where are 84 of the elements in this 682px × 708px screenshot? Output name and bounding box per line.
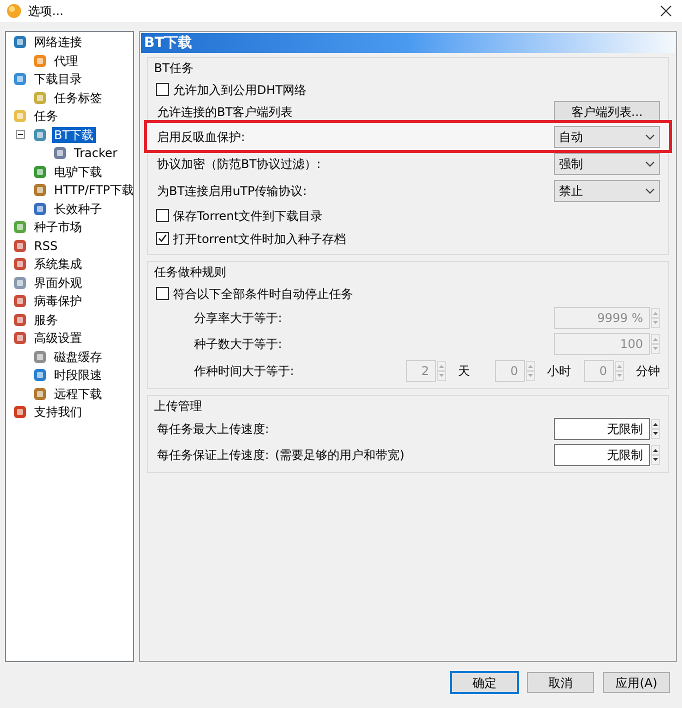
tree-item[interactable]: 服务 — [32, 312, 60, 328]
tree-node-icon — [32, 52, 48, 69]
tree-node-icon — [12, 34, 28, 50]
setting-label: 允许连接的BT客户端列表 — [156, 104, 293, 121]
app-logo-icon — [6, 3, 22, 19]
setting-label: 启用反吸血保护: — [156, 128, 246, 146]
setting-note: (需要足够的用户和带宽) — [275, 447, 404, 464]
setting-label: 作种时间大于等于: — [194, 362, 294, 380]
tree-item[interactable]: 支持我们 — [32, 404, 84, 420]
tree-item[interactable]: Tracker — [72, 145, 120, 162]
tree-node-icon — [32, 367, 48, 384]
tree-item[interactable]: RSS — [32, 238, 60, 254]
tree-node-icon — [12, 330, 28, 346]
group-title: 上传管理 — [153, 398, 203, 415]
tree-item[interactable]: 界面外观 — [32, 274, 84, 291]
unit-label: 分钟 — [635, 362, 660, 380]
tree-node-icon — [12, 71, 28, 88]
tree-item[interactable]: 网络连接 — [32, 34, 84, 50]
checkbox-label: 符合以下全部条件时自动停止任务 — [173, 286, 353, 302]
unit-label: 小时 — [546, 362, 572, 380]
tree-item[interactable]: 任务 — [32, 108, 60, 124]
tree-node-icon — [12, 219, 28, 236]
setting-label: 为BT连接启用uTP传输协议: — [156, 182, 307, 200]
number-field[interactable]: 无限制 — [554, 418, 650, 440]
tree-item[interactable]: 种子市场 — [32, 219, 84, 236]
group-title: 任务做种规则 — [153, 264, 227, 281]
unit-label: 天 — [457, 362, 471, 380]
tree-item[interactable]: 代理 — [52, 52, 80, 69]
tree-item[interactable]: 下载目录 — [32, 71, 84, 88]
tree-node-icon — [32, 200, 48, 217]
tree-node-icon — [12, 404, 28, 420]
tree-item[interactable]: BT下载 — [52, 126, 96, 143]
tree-node-icon — [12, 312, 28, 328]
checkbox-label: 保存Torrent文件到下载目录 — [173, 208, 323, 224]
tree-item[interactable]: 高级设置 — [32, 330, 84, 346]
chevron-down-icon — [645, 188, 655, 194]
tree-item[interactable]: 时段限速 — [52, 367, 104, 384]
chevron-down-icon — [645, 134, 655, 140]
dropdown[interactable]: 禁止 — [554, 180, 660, 202]
tree-node-icon — [32, 90, 48, 106]
tree-node-icon — [32, 126, 48, 143]
tree-node-icon — [32, 164, 48, 180]
setting-label: 每任务保证上传速度: — [157, 447, 270, 464]
tree-node-icon — [32, 348, 48, 365]
number-field[interactable]: 无限制 — [554, 444, 650, 466]
checkbox[interactable] — [156, 83, 169, 96]
spinner-arrows-icon[interactable] — [651, 445, 660, 465]
checkbox-label: 允许加入到公用DHT网络 — [173, 82, 307, 98]
setting-label: 每任务最大上传速度: — [157, 421, 270, 438]
tree-item[interactable]: 任务标签 — [52, 90, 104, 106]
setting-label: 分享率大于等于: — [194, 310, 282, 327]
dialog-button[interactable]: 确定 — [451, 672, 518, 693]
tree-node-icon — [12, 238, 28, 254]
client-list-button[interactable]: 客户端列表... — [554, 101, 660, 123]
tree-node-icon — [12, 293, 28, 310]
tree-item[interactable]: 长效种子 — [52, 200, 104, 217]
spinner-arrows-icon[interactable] — [651, 419, 660, 439]
group-title: BT任务 — [153, 60, 195, 77]
checkbox[interactable] — [156, 209, 169, 222]
close-icon[interactable] — [660, 5, 672, 17]
window-title: 选项... — [28, 3, 64, 20]
checkbox-label: 打开torrent文件时加入种子存档 — [173, 230, 346, 248]
tree-node-icon — [52, 145, 68, 162]
tree-item[interactable]: 磁盘缓存 — [52, 348, 104, 365]
chevron-down-icon — [645, 160, 655, 166]
tree-item[interactable]: 电驴下载 — [52, 164, 104, 180]
tree-node-icon — [12, 256, 28, 272]
tree-item[interactable]: 系统集成 — [32, 256, 84, 272]
dialog-button[interactable]: 取消 — [527, 672, 594, 693]
checkbox[interactable] — [156, 287, 169, 300]
dialog-button[interactable]: 应用(A) — [603, 672, 670, 693]
page-header: BT下载 — [141, 33, 675, 53]
dropdown[interactable]: 自动 — [554, 126, 660, 148]
tree-item[interactable]: 病毒保护 — [32, 293, 84, 310]
setting-label: 种子数大于等于: — [194, 336, 282, 353]
checkbox[interactable] — [156, 232, 169, 245]
tree-node-icon — [32, 182, 48, 198]
tree-node-icon — [32, 386, 48, 402]
tree-item[interactable]: 远程下载 — [52, 386, 104, 402]
tree-node-icon — [12, 108, 28, 124]
dropdown[interactable]: 强制 — [554, 152, 660, 174]
collapse-toggle[interactable] — [16, 130, 25, 140]
setting-label: 协议加密（防范BT协议过滤）: — [156, 156, 321, 172]
tree-node-icon — [12, 274, 28, 291]
